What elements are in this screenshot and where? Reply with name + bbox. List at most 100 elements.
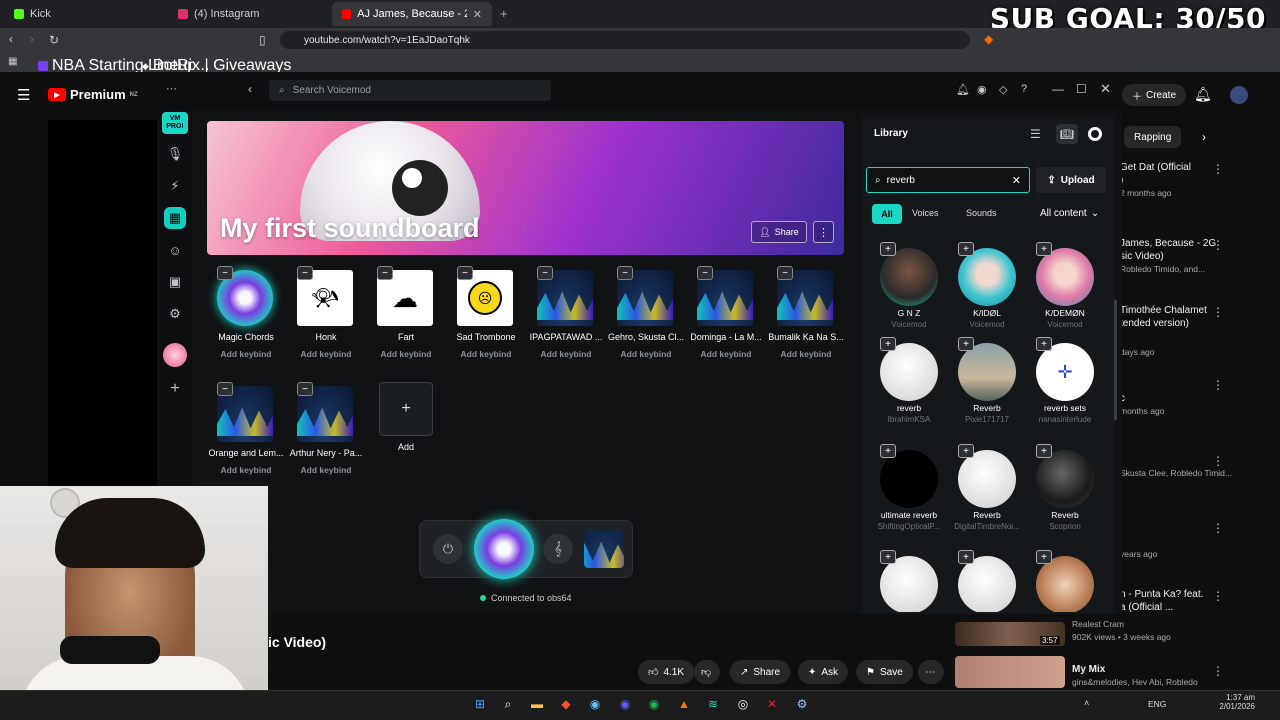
library-item[interactable]: + Reverb Scoprion	[1026, 440, 1104, 540]
library-item[interactable]: + ultimate reverb ShiftingOpticalP...	[870, 440, 948, 540]
add-keybind[interactable]: Add keybind	[766, 349, 846, 359]
menu-icon[interactable]: ☰	[17, 86, 30, 104]
reload-icon[interactable]: ↻	[49, 33, 59, 47]
sound-tile[interactable]: − Bumalik Ka Na S... Add keybind	[766, 262, 846, 372]
add-icon[interactable]: +	[958, 242, 974, 256]
like-button[interactable]: 👍︎ 4.1K	[638, 660, 695, 684]
rec-item[interactable]: days ago	[1120, 346, 1270, 359]
rec-item[interactable]: n - Punta Ka? feat. a (Official ...	[1120, 588, 1270, 614]
add-keybind[interactable]: Add keybind	[286, 465, 366, 475]
record-icon[interactable]	[1088, 127, 1102, 141]
add-icon[interactable]: +	[1036, 550, 1052, 564]
rec-item[interactable]: Get Dat (Official)2 months ago	[1120, 161, 1270, 200]
filter-all[interactable]: All	[872, 204, 902, 224]
add-keybind[interactable]: Add keybind	[606, 349, 686, 359]
rec-item[interactable]: Skusta Clee, Robledo Timid...	[1120, 467, 1270, 480]
remove-icon[interactable]: −	[777, 266, 793, 280]
share-button[interactable]: ↗ Share	[730, 660, 791, 684]
microphone-icon[interactable]: 🎙︎	[164, 143, 186, 165]
file-explorer-icon[interactable]: ▬	[527, 694, 547, 714]
library-item[interactable]: +	[948, 546, 1026, 612]
add-icon[interactable]: +	[880, 337, 896, 351]
more-icon[interactable]: ⋮	[1212, 454, 1224, 468]
remove-icon[interactable]: −	[697, 266, 713, 280]
rec-item[interactable]: Timothée Chalamet tended version)	[1120, 304, 1270, 330]
language-indicator[interactable]: ENG	[1148, 699, 1166, 709]
add-keybind[interactable]: Add keybind	[206, 349, 286, 359]
forward-icon[interactable]: ›	[30, 32, 34, 46]
steam-icon[interactable]: ◉	[585, 694, 605, 714]
library-item[interactable]: + Reverb DigitalTimbreNoi...	[948, 440, 1026, 540]
discord-icon[interactable]: ◉	[615, 694, 635, 714]
more-icon[interactable]: ⋮	[1212, 238, 1224, 252]
active-voice-avatar[interactable]	[474, 519, 534, 579]
library-item[interactable]: + reverb IbrahimKSA	[870, 333, 948, 433]
sound-tile[interactable]: − ☁︎ Fart Add keybind	[366, 262, 446, 372]
gift-icon[interactable]: ▣	[164, 271, 186, 293]
sound-tile[interactable]: − Gehro, Skusta Cl... Add keybind	[606, 262, 686, 372]
library-item[interactable]: + G N Z Voicemod	[870, 238, 948, 338]
sound-tile[interactable]: − 📯︎ Honk Add keybind	[286, 262, 366, 372]
hear-myself-icon[interactable]: 𝄞	[543, 534, 573, 564]
tab-youtube[interactable]: AJ James, Because - 2G (Official ✕	[332, 2, 492, 26]
remove-icon[interactable]: −	[217, 382, 233, 396]
clock[interactable]: 1:37 am 2/01/2026	[1215, 693, 1255, 711]
sound-tile[interactable]: − Orange and Lem... Add keybind	[206, 378, 286, 488]
chevron-right-icon[interactable]: ›	[1202, 130, 1206, 144]
remove-icon[interactable]: −	[217, 266, 233, 280]
tag-icon[interactable]: ◇	[999, 83, 1007, 96]
settings-icon[interactable]: ⚙	[164, 303, 186, 325]
app-icon[interactable]: ✕	[762, 694, 782, 714]
soundboard-icon[interactable]: ▦	[164, 207, 186, 229]
tab-instagram[interactable]: (4) Instagram	[168, 2, 328, 26]
voicemod-icon[interactable]: ≋	[703, 694, 723, 714]
remove-icon[interactable]: −	[457, 266, 473, 280]
library-item[interactable]: + K/DEMØN Voicemod	[1026, 238, 1104, 338]
add-keybind[interactable]: Add keybind	[526, 349, 606, 359]
remove-icon[interactable]: −	[537, 266, 553, 280]
add-keybind[interactable]: Add keybind	[366, 349, 446, 359]
add-sound-button[interactable]: +	[379, 382, 433, 436]
tab-kick[interactable]: Kick	[4, 2, 164, 26]
ask-button[interactable]: ✦ Ask	[798, 660, 849, 684]
filter-voices[interactable]: Voices	[912, 208, 939, 218]
add-icon[interactable]: +	[1036, 242, 1052, 256]
add-icon[interactable]: +	[164, 378, 186, 400]
voicemod-search-input[interactable]: ⌕ Search Voicemod	[269, 80, 551, 101]
back-icon[interactable]: ‹	[248, 82, 252, 96]
remove-icon[interactable]: −	[617, 266, 633, 280]
filter-sounds[interactable]: Sounds	[966, 208, 997, 218]
settings-icon[interactable]: ⚙	[792, 694, 812, 714]
sound-tile[interactable]: − Dominga - La M... Add keybind	[686, 262, 766, 372]
app-icon[interactable]: ▲	[674, 694, 694, 714]
maximize-icon[interactable]: ☐	[1076, 82, 1087, 96]
soundboard-menu-button[interactable]: ⋮	[813, 221, 834, 243]
add-icon[interactable]: +	[958, 444, 974, 458]
library-item[interactable]: +	[1026, 546, 1104, 612]
add-icon[interactable]: +	[1036, 337, 1052, 351]
help-icon[interactable]: ?	[1021, 83, 1027, 95]
more-icon[interactable]: ⋮	[1212, 305, 1224, 319]
bookmark-icon[interactable]: ▯	[259, 33, 266, 47]
mix-thumbnail[interactable]	[955, 656, 1065, 688]
add-icon[interactable]: +	[880, 444, 896, 458]
back-icon[interactable]: ‹	[9, 32, 13, 46]
add-icon[interactable]: +	[958, 337, 974, 351]
discord-icon[interactable]: ◉	[977, 83, 987, 96]
spotify-icon[interactable]: ◉	[644, 694, 664, 714]
now-playing-thumb[interactable]	[584, 530, 624, 568]
bolt-icon[interactable]: ⚡︎	[164, 175, 186, 197]
hamburger-icon[interactable]: ⋯	[166, 82, 177, 95]
clear-icon[interactable]: ✕	[1012, 174, 1021, 187]
add-icon[interactable]: +	[880, 550, 896, 564]
remove-icon[interactable]: −	[297, 382, 313, 396]
start-icon[interactable]: ⊞	[470, 694, 490, 714]
close-icon[interactable]: ✕	[473, 8, 482, 21]
book-icon[interactable]: 📖︎	[1056, 124, 1078, 144]
rec-item[interactable]: years ago	[1120, 548, 1270, 561]
more-icon[interactable]: ⋮	[1212, 162, 1224, 176]
library-item[interactable]: + Reverb Pixie171717	[948, 333, 1026, 433]
add-icon[interactable]: +	[958, 550, 974, 564]
dislike-button[interactable]: 👎︎	[694, 660, 720, 684]
search-icon[interactable]: ⌕	[498, 694, 518, 714]
